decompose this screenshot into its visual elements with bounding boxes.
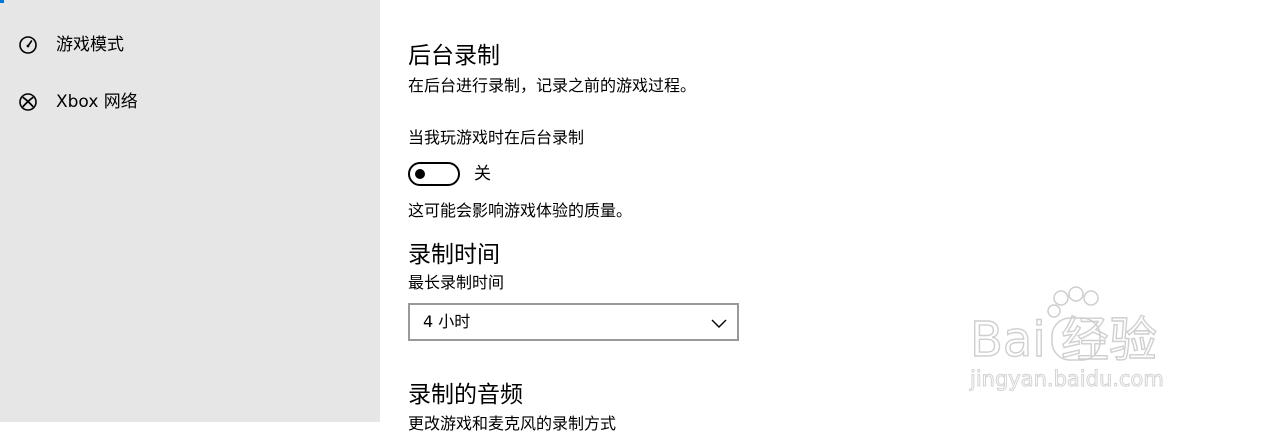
sidebar-item-label: Xbox 网络	[56, 92, 138, 112]
quality-note: 这可能会影响游戏体验的质量。	[408, 201, 633, 220]
max-recording-time-label: 最长录制时间	[408, 273, 505, 292]
sidebar-item-label: 游戏模式	[56, 35, 124, 55]
section-description: 在后台进行录制，记录之前的游戏过程。	[408, 76, 697, 95]
section-title-recording-time: 录制时间	[408, 242, 500, 268]
baidu-watermark: Bai 经验 jingyan.baidu.com	[968, 284, 1208, 396]
chevron-down-icon	[711, 315, 727, 329]
max-recording-time-dropdown[interactable]: 4 小时	[408, 303, 739, 341]
toggle-state-label: 关	[474, 164, 491, 184]
sidebar-item-xbox-network[interactable]: Xbox 网络	[18, 89, 138, 115]
toggle-label: 当我玩游戏时在后台录制	[408, 128, 585, 147]
watermark-brand: Bai 经验	[970, 312, 1157, 368]
dropdown-selected-value: 4 小时	[423, 312, 471, 331]
selection-indicator	[0, 0, 4, 3]
sidebar-item-game-mode[interactable]: 游戏模式	[18, 32, 124, 58]
section-title-recorded-audio: 录制的音频	[408, 382, 523, 408]
toggle-knob	[415, 169, 425, 179]
xbox-icon	[18, 92, 38, 112]
background-recording-toggle-row: 关	[408, 160, 491, 188]
sidebar: 游戏模式 Xbox 网络	[0, 0, 380, 422]
background-recording-toggle[interactable]	[408, 162, 460, 186]
section-description: 更改游戏和麦克风的录制方式	[408, 414, 617, 433]
section-title-background-recording: 后台录制	[408, 43, 500, 69]
watermark-url: jingyan.baidu.com	[969, 367, 1164, 391]
gauge-icon	[18, 35, 38, 55]
